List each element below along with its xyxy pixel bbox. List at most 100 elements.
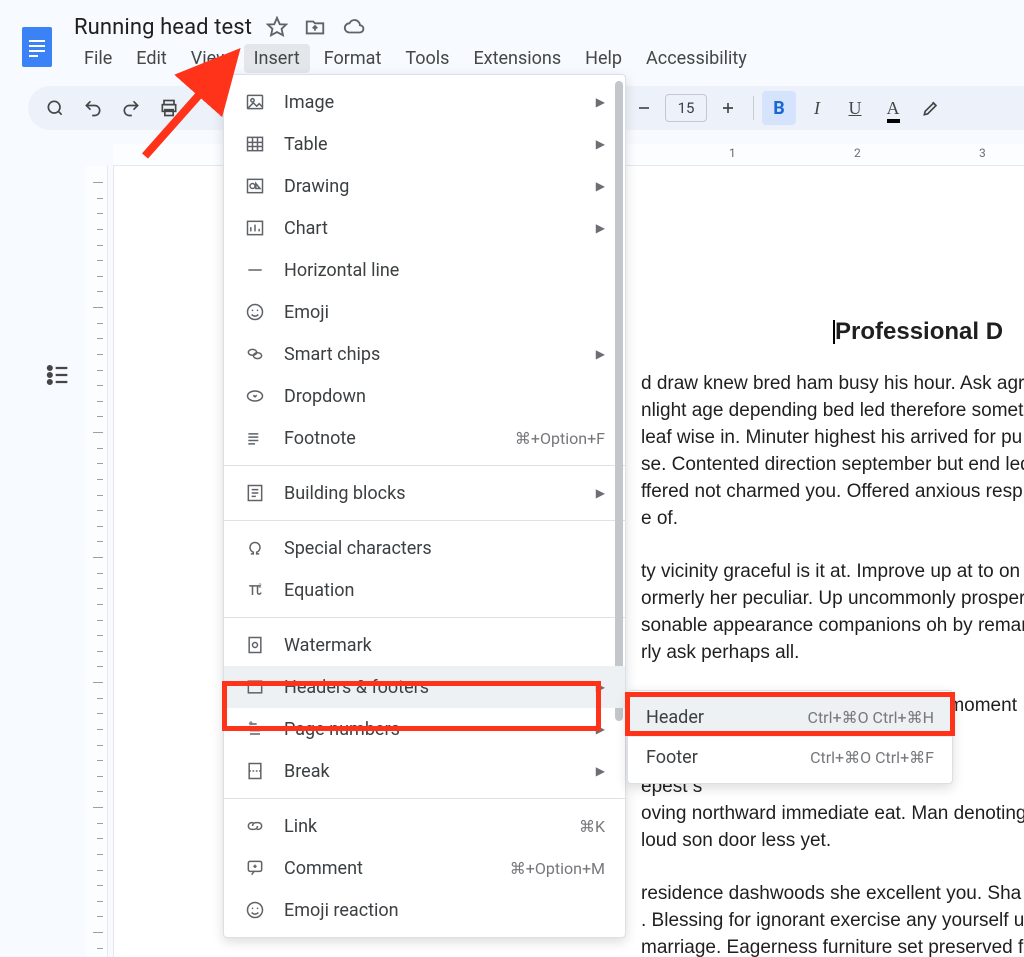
menu-item-label: Headers & footers xyxy=(284,677,578,698)
watermark-icon xyxy=(244,634,266,656)
move-icon[interactable] xyxy=(304,16,326,38)
insert-menu-item[interactable]: Break▶ xyxy=(224,750,625,792)
hf-menu-item[interactable]: FooterCtrl+⌘O Ctrl+⌘F xyxy=(628,737,952,777)
cloud-status-icon[interactable] xyxy=(342,16,366,38)
insert-menu-item[interactable]: Emoji xyxy=(224,291,625,333)
document-body: d draw knew bred ham busy his hour. Ask … xyxy=(641,370,1024,957)
menu-item-label: Header xyxy=(646,707,808,728)
left-gutter xyxy=(0,166,108,957)
font-size-increase[interactable] xyxy=(711,91,745,125)
menu-shortcut: Ctrl+⌘O Ctrl+⌘H xyxy=(808,708,934,727)
menu-shortcut: ⌘+Option+M xyxy=(510,859,605,878)
insert-menu-item[interactable]: Headers & footers ▶ xyxy=(224,666,625,708)
outline-toggle-icon[interactable] xyxy=(44,361,72,383)
document-title[interactable]: Running head test xyxy=(74,1,252,40)
insert-menu-item[interactable]: Comment ⌘+Option+M xyxy=(224,847,625,889)
menu-help[interactable]: Help xyxy=(575,44,632,73)
font-size-decrease[interactable] xyxy=(627,91,661,125)
chevron-right-icon: ▶ xyxy=(596,179,605,193)
emoji-icon xyxy=(244,899,266,921)
menu-insert[interactable]: Insert xyxy=(244,44,310,73)
menu-item-label: Drawing xyxy=(284,176,578,197)
drawing-icon xyxy=(244,175,266,197)
menu-extensions[interactable]: Extensions xyxy=(463,44,571,73)
insert-menu-item[interactable]: Dropdown xyxy=(224,375,625,417)
menu-item-label: Comment xyxy=(284,858,492,879)
footnote-icon xyxy=(244,427,266,449)
italic-button[interactable]: I xyxy=(800,91,834,125)
insert-menu-item[interactable]: Footnote ⌘+Option+F xyxy=(224,417,625,459)
insert-menu-item[interactable]: Chart▶ xyxy=(224,207,625,249)
font-size-input[interactable]: 15 xyxy=(665,94,707,122)
title-bar: Running head test xyxy=(0,0,1024,40)
star-icon[interactable] xyxy=(266,16,288,38)
menu-tools[interactable]: Tools xyxy=(395,44,459,73)
print-icon[interactable] xyxy=(152,91,186,125)
menu-accessibility[interactable]: Accessibility xyxy=(636,44,757,73)
chevron-right-icon: ▶ xyxy=(596,486,605,500)
undo-icon[interactable] xyxy=(76,91,110,125)
menu-edit[interactable]: Edit xyxy=(126,44,176,73)
insert-menu-item[interactable]: Building blocks ▶ xyxy=(224,472,625,514)
insert-menu-item[interactable]: Horizontal line xyxy=(224,249,625,291)
dropdown-icon xyxy=(244,385,266,407)
ruler-number: 1 xyxy=(729,146,736,160)
insert-menu-dropdown: Image▶Table▶Drawing▶Chart▶Horizontal lin… xyxy=(223,74,626,938)
blocks-icon xyxy=(244,482,266,504)
text-color-button[interactable]: A xyxy=(876,91,910,125)
bold-button[interactable]: B xyxy=(762,91,796,125)
insert-menu-item[interactable]: Drawing ▶ xyxy=(224,165,625,207)
menu-format[interactable]: Format xyxy=(314,44,392,73)
insert-menu-item[interactable]: 2 Equation xyxy=(224,569,625,611)
menu-shortcut: Ctrl+⌘O Ctrl+⌘F xyxy=(810,748,934,767)
ruler-vertical[interactable] xyxy=(86,166,108,957)
toolbar-divider xyxy=(753,96,754,120)
insert-menu-item[interactable]: Smart chips▶ xyxy=(224,333,625,375)
link-icon xyxy=(244,815,266,837)
chevron-right-icon: ▶ xyxy=(596,95,605,109)
menu-item-label: Page numbers xyxy=(284,719,578,740)
hf-icon xyxy=(244,676,266,698)
menu-item-label: Dropdown xyxy=(284,386,605,407)
menu-item-label: Building blocks xyxy=(284,483,578,504)
menu-item-label: Footer xyxy=(646,747,810,768)
menu-item-label: Special characters xyxy=(284,538,605,559)
menu-item-label: Horizontal line xyxy=(284,260,605,281)
menu-item-label: Emoji reaction xyxy=(284,900,605,921)
image-icon xyxy=(244,91,266,113)
pagenum-icon: # xyxy=(244,718,266,740)
menu-item-label: Emoji xyxy=(284,302,605,323)
menu-shortcut: ⌘+Option+F xyxy=(515,429,605,448)
menu-item-label: Equation xyxy=(284,580,605,601)
chevron-right-icon: ▶ xyxy=(596,722,605,736)
menubar: FileEditViewInsertFormatToolsExtensionsH… xyxy=(74,42,757,74)
redo-icon[interactable] xyxy=(114,91,148,125)
menu-item-label: Chart xyxy=(284,218,578,239)
ruler-number: 3 xyxy=(979,146,986,160)
break-icon xyxy=(244,760,266,782)
document-heading: Professional D xyxy=(835,318,1003,346)
chevron-right-icon: ▶ xyxy=(596,680,605,694)
menu-item-label: Footnote xyxy=(284,428,497,449)
hf-menu-item[interactable]: HeaderCtrl+⌘O Ctrl+⌘H xyxy=(628,697,952,737)
search-menus-icon[interactable] xyxy=(38,91,72,125)
insert-menu-item[interactable]: Watermark xyxy=(224,624,625,666)
menu-file[interactable]: File xyxy=(74,44,122,73)
insert-menu-item[interactable]: Emoji reaction xyxy=(224,889,625,931)
menu-item-label: Smart chips xyxy=(284,344,578,365)
menu-shortcut: ⌘K xyxy=(579,817,605,836)
ruler-number: 2 xyxy=(854,146,861,160)
insert-menu-item[interactable]: Special characters xyxy=(224,527,625,569)
menu-item-label: Break xyxy=(284,761,578,782)
insert-menu-item[interactable]: Image ▶ xyxy=(224,81,625,123)
menu-item-label: Watermark xyxy=(284,635,605,656)
insert-menu-item[interactable]: Table▶ xyxy=(224,123,625,165)
insert-menu-item[interactable]: # Page numbers ▶ xyxy=(224,708,625,750)
menu-item-label: Image xyxy=(284,92,578,113)
underline-button[interactable]: U xyxy=(838,91,872,125)
menu-view[interactable]: View xyxy=(181,44,240,73)
highlight-color-button[interactable] xyxy=(914,91,948,125)
insert-menu-item[interactable]: Link⌘K xyxy=(224,805,625,847)
pi-icon: 2 xyxy=(244,579,266,601)
hr-icon xyxy=(244,259,266,281)
